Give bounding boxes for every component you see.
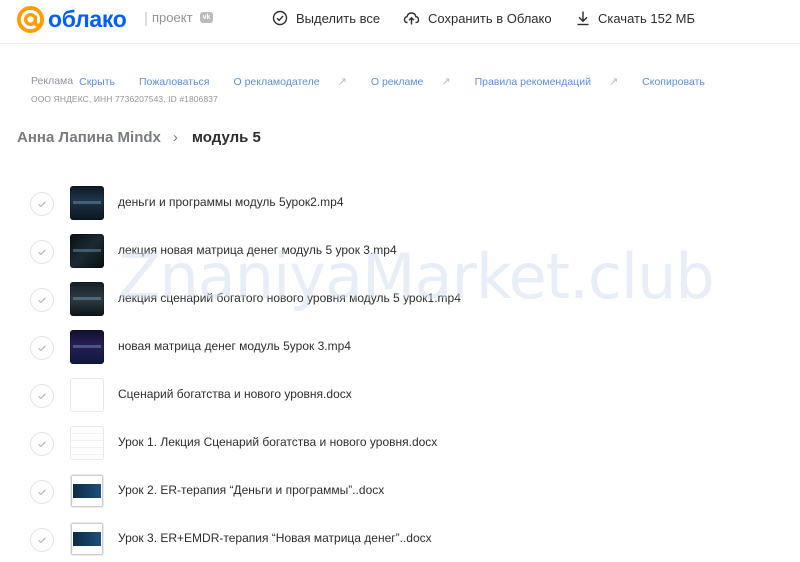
select-all-button[interactable]: Выделить все: [272, 10, 380, 26]
file-name: Урок 2. ER-терапия “Деньги и программы”.…: [118, 483, 385, 497]
checkmark-icon: [38, 537, 46, 544]
video-thumbnail: [70, 234, 104, 268]
ad-copy-link[interactable]: Скопировать: [642, 75, 717, 88]
file-row[interactable]: Урок 1. Лекция Сценарий богатства и ново…: [0, 418, 800, 466]
ad-legal-text: ООО ЯНДЕКС, ИНН 7736207543, ID #1806837: [31, 94, 218, 104]
checkmark-icon: [38, 489, 46, 496]
select-checkbox[interactable]: [30, 192, 54, 216]
ad-hide-link[interactable]: Скрыть: [79, 75, 127, 88]
download-label: Скачать 152 МБ: [598, 10, 696, 26]
video-thumbnail: [70, 330, 104, 364]
ad-rules-link[interactable]: Правила рекомендаций ↗: [474, 75, 631, 89]
file-row[interactable]: новая матрица денег модуль 5урок 3.mp4: [0, 322, 800, 370]
vk-badge-icon: vk: [200, 12, 213, 23]
file-name: лекция новая матрица денег модуль 5 урок…: [118, 243, 397, 257]
document-thumbnail: [70, 378, 104, 412]
ad-advertiser-link[interactable]: О рекламодателе ↗: [233, 75, 358, 89]
ad-rules-text: Правила рекомендаций: [474, 75, 591, 88]
select-checkbox[interactable]: [30, 384, 54, 408]
ad-hide-text: Скрыть: [79, 75, 115, 88]
cloud-upload-icon: [403, 12, 420, 25]
ad-links-row: Реклама Скрыть Пожаловаться О рекламодат…: [31, 75, 729, 88]
select-checkbox[interactable]: [30, 240, 54, 264]
file-row[interactable]: Урок 3. ER+EMDR-терапия “Новая матрица д…: [0, 514, 800, 562]
select-all-label: Выделить все: [296, 10, 381, 26]
download-icon: [577, 11, 589, 26]
download-button[interactable]: Скачать 152 МБ: [576, 10, 695, 26]
file-name: Урок 1. Лекция Сценарий богатства и ново…: [118, 435, 438, 449]
external-link-icon: ↗: [337, 76, 347, 88]
select-checkbox[interactable]: [30, 336, 54, 360]
checkmark-icon: [38, 201, 46, 208]
document-thumbnail: [70, 474, 104, 508]
file-row[interactable]: Сценарий богатства и нового уровня.docx: [0, 370, 800, 418]
checkmark-icon: [38, 249, 46, 256]
checkmark-icon: [38, 393, 46, 400]
file-name: лекция сценарий богатого нового уровня м…: [118, 291, 461, 305]
check-circle-icon: [272, 10, 288, 26]
file-row[interactable]: деньги и программы модуль 5урок2.mp4: [0, 178, 800, 226]
project-label: проект: [152, 10, 193, 25]
video-thumbnail: [70, 186, 104, 220]
file-row[interactable]: лекция сценарий богатого нового уровня м…: [0, 274, 800, 322]
ad-advertiser-text: О рекламодателе: [233, 75, 320, 88]
select-checkbox[interactable]: [30, 432, 54, 456]
logo-text: облако: [48, 6, 127, 32]
ad-about-text: О рекламе: [370, 75, 424, 88]
file-name: Сценарий богатства и нового уровня.docx: [118, 387, 352, 401]
chevron-right-icon: ›: [172, 129, 178, 146]
file-name: деньги и программы модуль 5урок2.mp4: [118, 195, 344, 209]
select-checkbox[interactable]: [30, 528, 54, 552]
select-checkbox[interactable]: [30, 288, 54, 312]
ad-about-link[interactable]: О рекламе ↗: [370, 75, 463, 89]
checkmark-icon: [38, 297, 46, 304]
external-link-icon: ↗: [608, 76, 619, 88]
logo-separator: |: [144, 10, 148, 27]
cloud-logo[interactable]: облако: [17, 6, 127, 33]
at-sign-logo-icon: [17, 6, 44, 33]
file-list: деньги и программы модуль 5урок2.mp4 лек…: [0, 178, 800, 562]
breadcrumb-current: модуль 5: [191, 129, 261, 146]
checkmark-icon: [38, 345, 46, 352]
document-thumbnail: [70, 426, 104, 460]
top-header: облако | проект vk Выделить все Сохранит…: [0, 0, 800, 44]
ad-label: Реклама: [31, 75, 74, 87]
file-row[interactable]: лекция новая матрица денег модуль 5 урок…: [0, 226, 800, 274]
select-checkbox[interactable]: [30, 480, 54, 504]
save-to-cloud-label: Сохранить в Облако: [428, 10, 552, 26]
file-name: новая матрица денег модуль 5урок 3.mp4: [118, 339, 351, 353]
checkmark-icon: [38, 441, 46, 448]
save-to-cloud-button[interactable]: Сохранить в Облако: [403, 10, 552, 26]
ad-report-link[interactable]: Пожаловаться: [139, 75, 222, 88]
ad-report-text: Пожаловаться: [138, 75, 210, 88]
breadcrumb-parent[interactable]: Анна Лапина Mindx: [17, 129, 161, 146]
file-name: Урок 3. ER+EMDR-терапия “Новая матрица д…: [118, 531, 432, 545]
video-thumbnail: [70, 282, 104, 316]
external-link-icon: ↗: [441, 76, 451, 88]
document-thumbnail: [70, 522, 104, 556]
file-row[interactable]: Урок 2. ER-терапия “Деньги и программы”.…: [0, 466, 800, 514]
ad-copy-text: Скопировать: [642, 75, 705, 88]
breadcrumb: Анна Лапина Mindx › модуль 5: [17, 129, 261, 146]
